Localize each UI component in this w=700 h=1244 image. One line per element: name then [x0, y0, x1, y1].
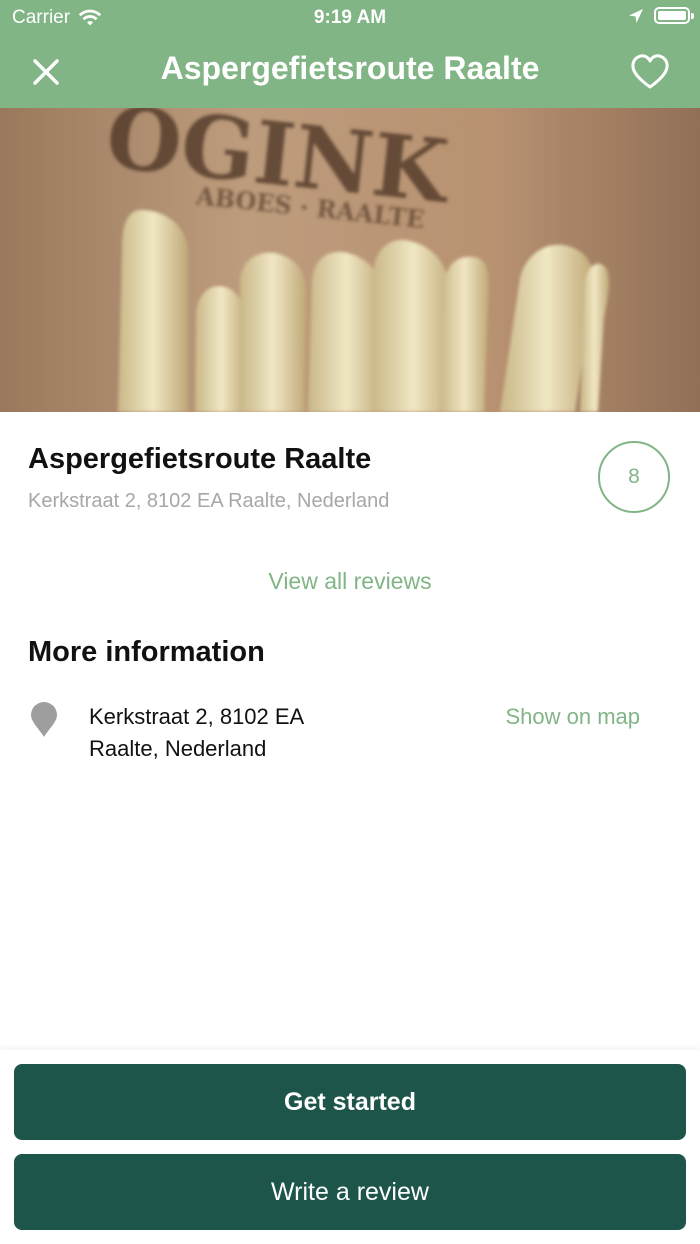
- status-bar: Carrier 9:19 AM: [0, 0, 700, 36]
- review-score-value: 8: [628, 465, 640, 488]
- place-address: Kerkstraat 2, 8102 EA Raalte, Nederland: [28, 490, 390, 512]
- footer-actions: Get started Write a review: [0, 1050, 700, 1244]
- heart-icon[interactable]: [628, 50, 672, 94]
- address-line-2: Raalte, Nederland: [89, 736, 267, 761]
- write-review-button[interactable]: Write a review: [14, 1154, 686, 1230]
- get-started-button[interactable]: Get started: [14, 1064, 686, 1140]
- view-all-reviews-link[interactable]: View all reviews: [0, 568, 700, 595]
- location-arrow-icon: [629, 8, 643, 23]
- show-on-map-link[interactable]: Show on map: [505, 704, 640, 730]
- hero-image: OGINK ABOES · RAALTE: [0, 108, 700, 412]
- nav-title: Aspergefietsroute Raalte: [160, 50, 540, 86]
- nav-bar: Aspergefietsroute Raalte: [0, 36, 700, 108]
- review-score-badge: 8: [598, 441, 670, 513]
- place-title: Aspergefietsroute Raalte: [28, 443, 372, 475]
- asparagus-photo: OGINK ABOES · RAALTE: [0, 108, 700, 412]
- status-time: 9:19 AM: [313, 7, 387, 28]
- address-line-1: Kerkstraat 2, 8102 EA: [89, 704, 305, 729]
- location-pin-icon: [31, 702, 57, 737]
- status-right: [628, 7, 694, 24]
- more-information-heading: More information: [28, 636, 265, 668]
- battery-icon: [654, 7, 694, 24]
